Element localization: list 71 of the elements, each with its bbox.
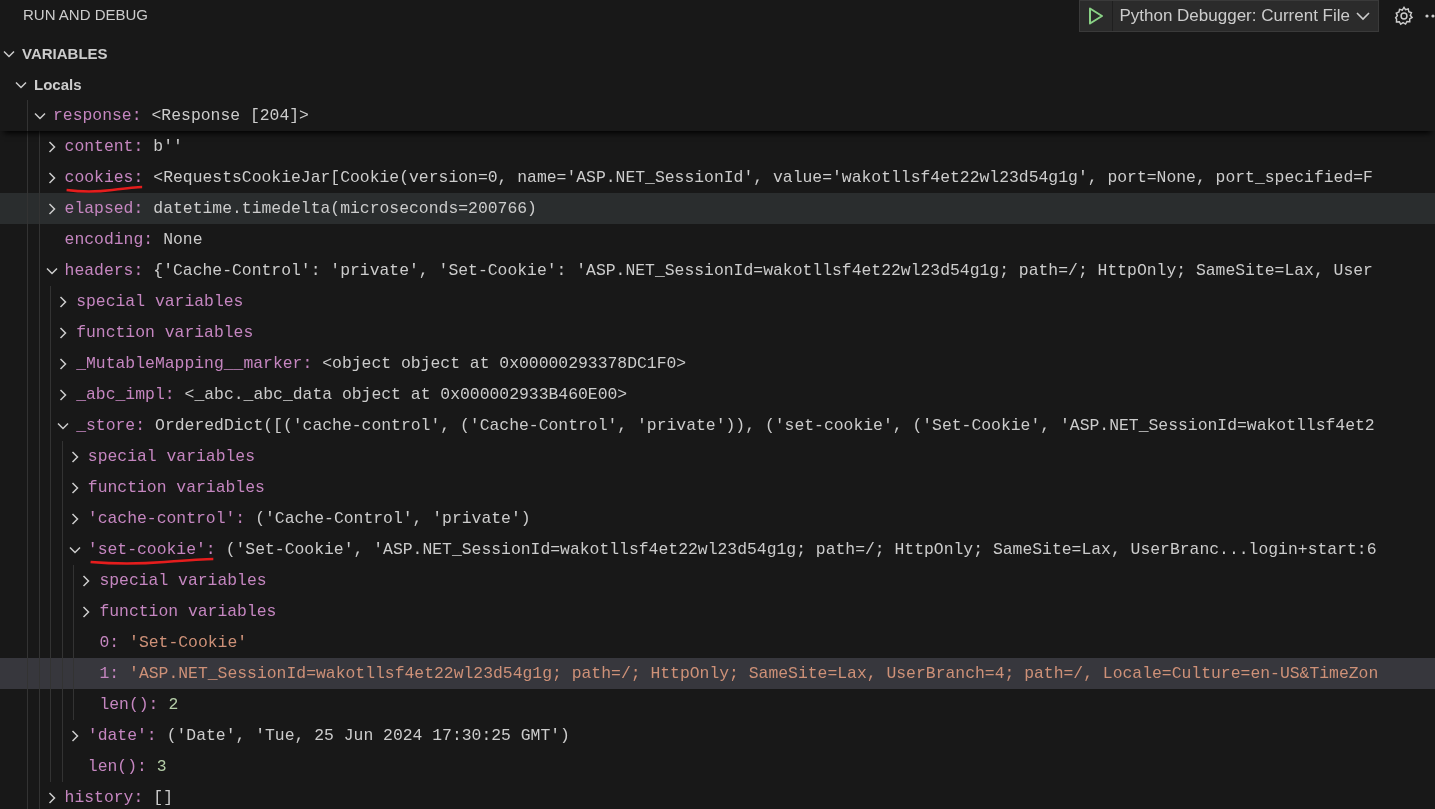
variable-value: ('Set-Cookie', 'ASP.NET_SessionId=wakotllsf4et22wl23d54g1g; path=/; HttpOnly; SameSite=Lax, UserBranc...login+start:6 xyxy=(225,540,1377,559)
variable-row[interactable]: content: b'' xyxy=(0,131,1435,162)
variable-name: special variables xyxy=(99,571,267,590)
variable-value: 'ASP.NET_SessionId=wakotllsf4et22wl23d54g1g; path=/; HttpOnly; SameSite=Lax, UserBranch=4; path=/, Locale=Culture=en-US&TimeZon xyxy=(129,664,1379,683)
variable-name: len(): xyxy=(87,757,147,776)
variable-name: content: xyxy=(64,137,144,156)
variable-row[interactable]: _MutableMapping__marker: <object object at 0x00000293378DC1F0> xyxy=(0,348,1435,379)
variable-name: _abc_impl: xyxy=(76,385,175,404)
variable-name: _store: xyxy=(76,416,146,435)
variable-row[interactable]: response: <Response [204]> xyxy=(0,100,1435,131)
variable-row[interactable]: 'set-cookie': ('Set-Cookie', 'ASP.NET_SessionId=wakotllsf4et22wl23d54g1g; path=/; HttpOnly; SameSite=Lax, UserBranc...login+start:6 xyxy=(0,534,1435,565)
variable-value: ('Cache-Control', 'private') xyxy=(255,509,531,528)
panel-title: RUN AND DEBUG xyxy=(23,6,149,23)
variable-row[interactable]: elapsed: datetime.timedelta(microseconds=200766) xyxy=(0,193,1435,224)
variable-value: <Response [204]> xyxy=(151,106,309,125)
variable-row[interactable]: special variables xyxy=(0,565,1435,596)
variable-name: elapsed: xyxy=(64,199,144,218)
launch-config-dropdown[interactable]: Python Debugger: Current File xyxy=(1079,0,1379,32)
scope-label[interactable]: Locals xyxy=(34,76,82,93)
variable-row[interactable]: special variables xyxy=(0,286,1435,317)
variable-row[interactable]: 'cache-control': ('Cache-Control', 'private') xyxy=(0,503,1435,534)
variable-value: <object object at 0x00000293378DC1F0> xyxy=(322,354,687,373)
variable-value: OrderedDict([('cache-control', ('Cache-Control', 'private')), ('set-cookie', ('Set-Cookie', 'ASP.NET_SessionId=wakotllsf4et2 xyxy=(155,416,1375,435)
variable-row[interactable]: 1: 'ASP.NET_SessionId=wakotllsf4et22wl23d54g1g; path=/; HttpOnly; SameSite=Lax, UserBranch=4; path=/, Locale=Culture=en-US&TimeZon xyxy=(0,658,1435,689)
variable-row[interactable]: _store: OrderedDict([('cache-control', ('Cache-Control', 'private')), ('set-cookie', ('Set-Cookie', 'ASP.NET_SessionId=wakotllsf4et2 xyxy=(0,410,1435,441)
variable-name: special variables xyxy=(76,292,244,311)
variable-name: headers: xyxy=(64,261,144,280)
variable-name: 'set-cookie': xyxy=(87,540,216,559)
variable-row[interactable]: function variables xyxy=(0,317,1435,348)
variable-value: 2 xyxy=(168,695,179,714)
variable-name: len(): xyxy=(99,695,159,714)
variable-value: 3 xyxy=(156,757,167,776)
variable-name: 'date': xyxy=(87,726,157,745)
variable-row[interactable]: 0: 'Set-Cookie' xyxy=(0,627,1435,658)
variable-row[interactable]: len(): 2 xyxy=(0,689,1435,720)
variable-row[interactable]: function variables xyxy=(0,596,1435,627)
variable-name: function variables xyxy=(76,323,254,342)
variable-name: _MutableMapping__marker: xyxy=(76,354,313,373)
variable-name: function variables xyxy=(87,478,265,497)
variable-name: 'cache-control': xyxy=(87,509,246,528)
variable-name: encoding: xyxy=(64,230,154,249)
variable-name: history: xyxy=(64,788,144,807)
more-icon[interactable] xyxy=(1425,13,1435,19)
variable-name: function variables xyxy=(99,602,277,621)
chevron-down-icon xyxy=(1356,11,1370,21)
variable-row[interactable]: history: [] xyxy=(0,782,1435,809)
variable-row[interactable]: headers: {'Cache-Control': 'private', 'Set-Cookie': 'ASP.NET_SessionId=wakotllsf4et22wl23d54g1g; path=/; HttpOnly; SameSite=Lax, User xyxy=(0,255,1435,286)
variable-row[interactable]: len(): 3 xyxy=(0,751,1435,782)
settings-icon[interactable] xyxy=(1393,5,1415,27)
variable-value: datetime.timedelta(microseconds=200766) xyxy=(153,199,537,218)
variable-row[interactable]: function variables xyxy=(0,472,1435,503)
variable-row[interactable]: special variables xyxy=(0,441,1435,472)
variable-value: ('Date', 'Tue, 25 Jun 2024 17:30:25 GMT') xyxy=(166,726,570,745)
variable-value: {'Cache-Control': 'private', 'Set-Cookie': 'ASP.NET_SessionId=wakotllsf4et22wl23d54g1g; path=/; HttpOnly; SameSite=Lax, User xyxy=(153,261,1373,280)
variable-value: <RequestsCookieJar[Cookie(version=0, name='ASP.NET_SessionId', value='wakotllsf4et22wl23d54g1g', port=None, port_specified=F xyxy=(153,168,1373,187)
variable-row[interactable]: encoding: None xyxy=(0,224,1435,255)
variable-value: [] xyxy=(153,788,173,807)
variable-name: cookies: xyxy=(64,168,144,187)
variable-name: 1: xyxy=(99,664,120,683)
variable-name: response: xyxy=(53,106,142,125)
variable-row[interactable]: cookies: <RequestsCookieJar[Cookie(version=0, name='ASP.NET_SessionId', value='wakotllsf4et22wl23d54g1g', port=None, port_specified=F xyxy=(0,162,1435,193)
variable-row[interactable]: 'date': ('Date', 'Tue, 25 Jun 2024 17:30:25 GMT') xyxy=(0,720,1435,751)
variable-value: 'Set-Cookie' xyxy=(129,633,248,652)
variable-row[interactable]: _abc_impl: <_abc._abc_data object at 0x000002933B460E00> xyxy=(0,379,1435,410)
play-icon[interactable] xyxy=(1088,7,1105,25)
variable-value: None xyxy=(163,230,203,249)
variable-name: 0: xyxy=(99,633,120,652)
variable-name: special variables xyxy=(87,447,255,466)
section-title[interactable]: VARIABLES xyxy=(22,45,108,62)
variable-value: b'' xyxy=(153,137,183,156)
variable-value: <_abc._abc_data object at 0x000002933B460E00> xyxy=(184,385,628,404)
